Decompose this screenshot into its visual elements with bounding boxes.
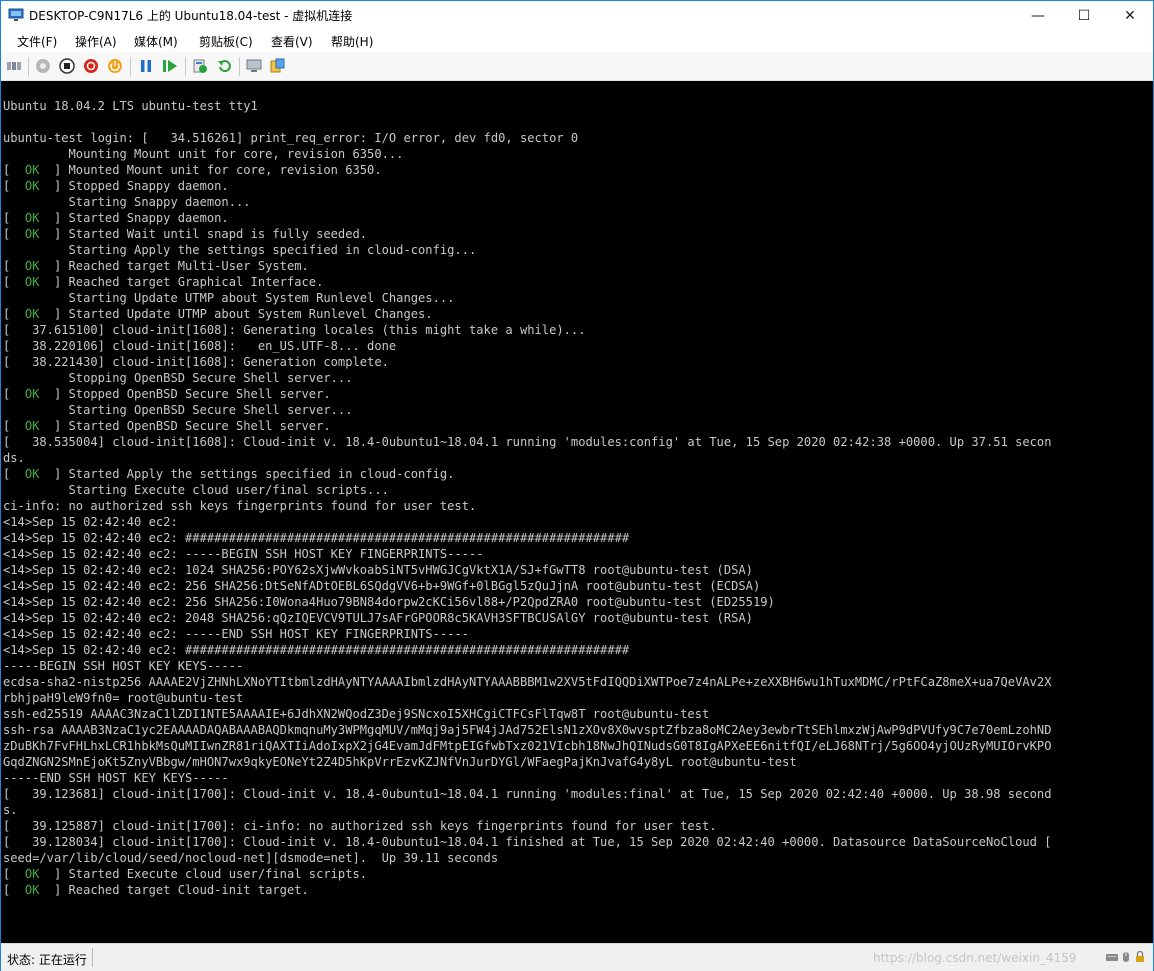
- console-line: <14>Sep 15 02:42:40 ec2: ###############…: [3, 643, 630, 657]
- ok-status: OK: [24, 867, 40, 881]
- console-line: ssh-ed25519 AAAAC3NzaC1lZDI1NTE5AAAAIE+6…: [3, 707, 710, 721]
- console-line: <14>Sep 15 02:42:40 ec2: 1024 SHA256:POY…: [3, 563, 753, 577]
- ok-status: OK: [24, 883, 40, 897]
- console-line: Starting Update UTMP about System Runlev…: [3, 291, 455, 305]
- console-line: <14>Sep 15 02:42:40 ec2: 256 SHA256:I0Wo…: [3, 595, 775, 609]
- lock-icon: [1136, 950, 1144, 962]
- title-bar[interactable]: DESKTOP-C9N17L6 上的 Ubuntu18.04-test - 虚拟…: [1, 1, 1153, 30]
- menu-action[interactable]: 操作(A): [75, 33, 117, 50]
- checkpoint-icon[interactable]: [192, 58, 208, 74]
- console-line: <14>Sep 15 02:42:40 ec2: 256 SHA256:DtSe…: [3, 579, 761, 593]
- console-line: Mounting Mount unit for core, revision 6…: [3, 147, 404, 161]
- console-line: [ OK ] Started Update UTMP about System …: [3, 307, 433, 321]
- console-line: [ 39.123681] cloud-init[1700]: Cloud-ini…: [3, 787, 1052, 801]
- console-line: [ OK ] Started Snappy daemon.: [3, 211, 229, 225]
- ok-status: OK: [24, 163, 40, 177]
- power-icon[interactable]: [107, 58, 123, 74]
- vm-connection-icon: [8, 8, 24, 21]
- console-output: Ubuntu 18.04.2 LTS ubuntu-test tty1 ubun…: [3, 98, 1051, 898]
- console-line: Stopping OpenBSD Secure Shell server...: [3, 371, 353, 385]
- console-line: Starting OpenBSD Secure Shell server...: [3, 403, 353, 417]
- console-line: [ OK ] Stopped OpenBSD Secure Shell serv…: [3, 387, 331, 401]
- menu-view[interactable]: 查看(V): [271, 33, 313, 50]
- status-label: 状态: 正在运行: [7, 953, 87, 967]
- ok-status: OK: [24, 211, 40, 225]
- console-line: ssh-rsa AAAAB3NzaC1yc2EAAAADAQABAAABAQDk…: [3, 723, 1052, 737]
- console-line: [ 39.128034] cloud-init[1700]: Cloud-ini…: [3, 835, 1052, 849]
- menu-help[interactable]: 帮助(H): [331, 33, 373, 50]
- console-line: [ 37.615100] cloud-init[1608]: Generatin…: [3, 323, 586, 337]
- console-line: Starting Execute cloud user/final script…: [3, 483, 389, 497]
- console-line: <14>Sep 15 02:42:40 ec2: 2048 SHA256:qQz…: [3, 611, 753, 625]
- maximize-button[interactable]: ☐: [1061, 1, 1107, 30]
- console-line: Starting Apply the settings specified in…: [3, 243, 477, 257]
- console-line: GqdZNGN2SMnEjoKt5ZnyVBbgw/mHON7wx9qkyEON…: [3, 755, 797, 769]
- console-line: [ OK ] Stopped Snappy daemon.: [3, 179, 229, 193]
- console-line: [ 39.125887] cloud-init[1700]: ci-info: …: [3, 819, 717, 833]
- ok-status: OK: [24, 227, 40, 241]
- console-line: zDuBKh7FvFHLhxLCR1hbkMsQuMIIwnZR81riQAXT…: [3, 739, 1052, 753]
- console-line: <14>Sep 15 02:42:40 ec2: -----BEGIN SSH …: [3, 547, 484, 561]
- console-line: rbhjpaH9leW9fn0= root@ubuntu-test: [3, 691, 244, 705]
- console-line: [ OK ] Reached target Multi-User System.: [3, 259, 309, 273]
- keyboard-icon: [1106, 954, 1118, 961]
- turn-off-icon[interactable]: [59, 58, 75, 74]
- console-line: <14>Sep 15 02:42:40 ec2: -----END SSH HO…: [3, 627, 469, 641]
- ok-status: OK: [24, 387, 40, 401]
- ok-status: OK: [24, 259, 40, 273]
- console-line: [ OK ] Started Wait until snapd is fully…: [3, 227, 368, 241]
- console-line: s.: [3, 803, 18, 817]
- close-button[interactable]: ✕: [1107, 1, 1153, 30]
- console-line: -----END SSH HOST KEY KEYS-----: [3, 771, 229, 785]
- pause-icon[interactable]: [138, 58, 154, 74]
- menu-clipboard[interactable]: 剪贴板(C): [199, 33, 253, 50]
- menu-bar: 文件(F) 操作(A) 媒体(M) 剪贴板(C) 查看(V) 帮助(H): [1, 30, 1153, 52]
- console-line: seed=/var/lib/cloud/seed/nocloud-net][ds…: [3, 851, 499, 865]
- vm-console-screen[interactable]: Ubuntu 18.04.2 LTS ubuntu-test tty1 ubun…: [1, 81, 1153, 943]
- console-line: ds.: [3, 451, 25, 465]
- share-icon[interactable]: [269, 58, 285, 74]
- console-line: [ OK ] Reached target Graphical Interfac…: [3, 275, 324, 289]
- enhanced-session-icon[interactable]: [246, 58, 262, 74]
- ok-status: OK: [24, 419, 40, 433]
- revert-icon[interactable]: [216, 58, 232, 74]
- console-line: ci-info: no authorized ssh keys fingerpr…: [3, 499, 477, 513]
- console-line: [ OK ] Started Execute cloud user/final …: [3, 867, 368, 881]
- console-line: Starting Snappy daemon...: [3, 195, 251, 209]
- console-line: <14>Sep 15 02:42:40 ec2: ###############…: [3, 531, 630, 545]
- console-line: ubuntu-test login: [ 34.516261] print_re…: [3, 131, 579, 145]
- ok-status: OK: [24, 179, 40, 193]
- console-line: [ OK ] Mounted Mount unit for core, revi…: [3, 163, 382, 177]
- menu-media[interactable]: 媒体(M): [134, 33, 178, 50]
- toolbar: [1, 52, 1153, 81]
- console-line: [ OK ] Reached target Cloud-init target.: [3, 883, 309, 897]
- console-line: [ 38.535004] cloud-init[1608]: Cloud-ini…: [3, 435, 1052, 449]
- watermark-text: https://blog.csdn.net/weixin_4159: [873, 951, 1077, 965]
- console-line: [ 38.220106] cloud-init[1608]: en_US.UTF…: [3, 339, 397, 353]
- ctrl-alt-del-icon[interactable]: [6, 58, 22, 74]
- console-line: [ OK ] Started OpenBSD Secure Shell serv…: [3, 419, 331, 433]
- ok-status: OK: [24, 467, 40, 481]
- console-line: <14>Sep 15 02:42:40 ec2:: [3, 515, 178, 529]
- menu-file[interactable]: 文件(F): [17, 33, 57, 50]
- mouse-icon: [1123, 952, 1129, 962]
- resume-icon[interactable]: [162, 58, 178, 74]
- shutdown-icon[interactable]: [83, 58, 99, 74]
- console-line: ecdsa-sha2-nistp256 AAAAE2VjZHNhLXNoYTIt…: [3, 675, 1052, 689]
- ok-status: OK: [24, 275, 40, 289]
- vm-connection-window: DESKTOP-C9N17L6 上的 Ubuntu18.04-test - 虚拟…: [0, 0, 1154, 971]
- window-title: DESKTOP-C9N17L6 上的 Ubuntu18.04-test - 虚拟…: [29, 9, 353, 23]
- start-icon[interactable]: [35, 58, 51, 74]
- minimize-button[interactable]: —: [1015, 1, 1061, 30]
- console-line: -----BEGIN SSH HOST KEY KEYS-----: [3, 659, 244, 673]
- console-line: [ 38.221430] cloud-init[1608]: Generatio…: [3, 355, 389, 369]
- ok-status: OK: [24, 307, 40, 321]
- console-line: Ubuntu 18.04.2 LTS ubuntu-test tty1: [3, 99, 258, 113]
- status-bar: 状态: 正在运行 https://blog.csdn.net/weixin_41…: [1, 943, 1153, 971]
- console-line: [ OK ] Started Apply the settings specif…: [3, 467, 455, 481]
